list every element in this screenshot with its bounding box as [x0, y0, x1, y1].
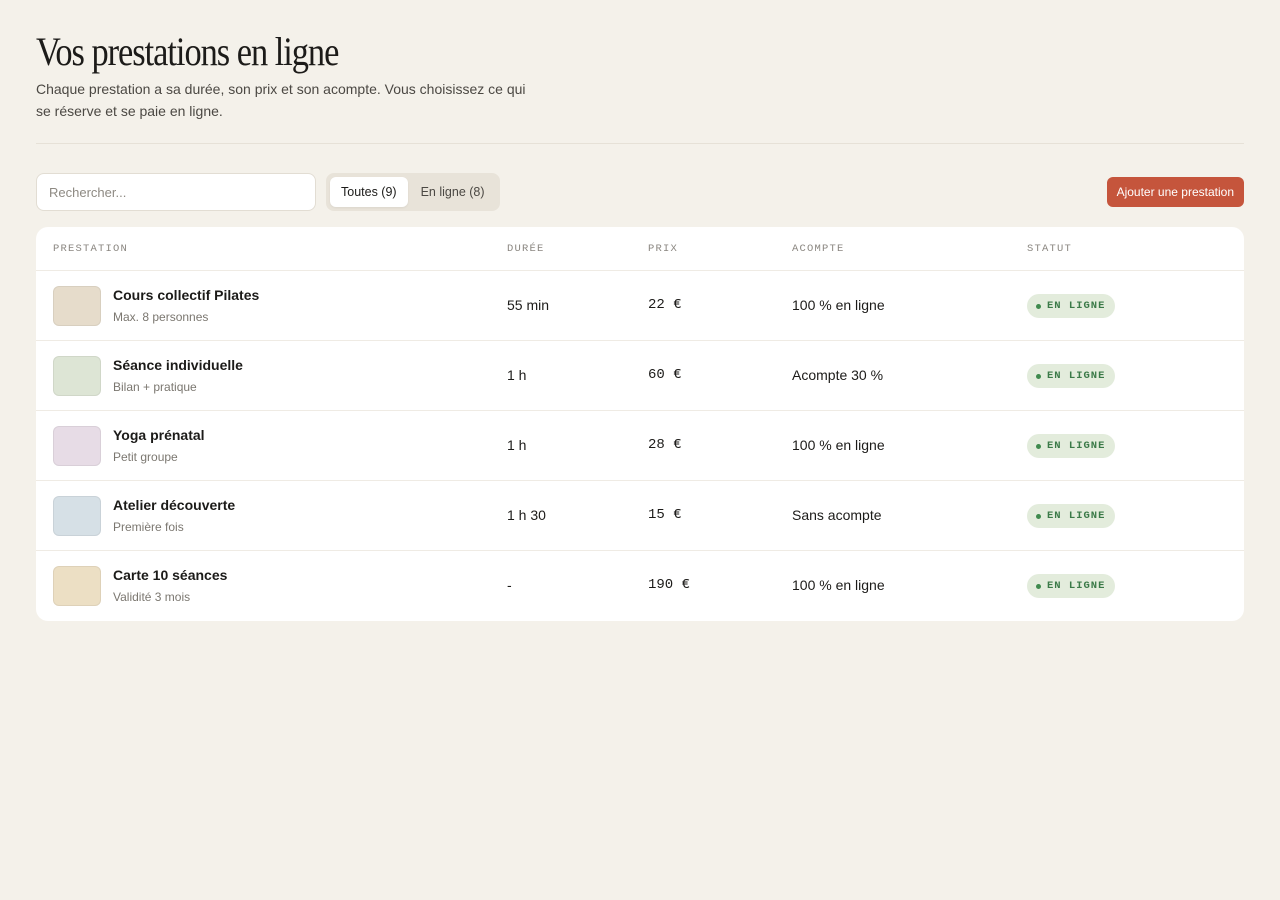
service-subtitle: Validité 3 mois — [113, 590, 191, 604]
column-header-price[interactable]: PRIX — [648, 243, 678, 255]
status-badge: EN LIGNE — [1027, 574, 1116, 598]
column-header-deposit[interactable]: ACOMPTE — [792, 243, 845, 255]
service-price: 60 € — [648, 367, 682, 383]
service-price: 190 € — [648, 577, 691, 593]
status-dot-icon — [1036, 583, 1041, 589]
service-thumbnail — [53, 356, 101, 396]
service-thumbnail — [53, 566, 101, 606]
add-service-button[interactable]: Ajouter une prestation — [1106, 177, 1244, 207]
service-duration: 1 h — [507, 437, 527, 453]
status-label: EN LIGNE — [1047, 580, 1106, 592]
service-name[interactable]: Séance individuelle — [113, 357, 243, 373]
status-label: EN LIGNE — [1047, 440, 1106, 452]
service-subtitle: Première fois — [113, 520, 184, 534]
service-duration: 1 h 30 — [507, 507, 546, 523]
status-dot-icon — [1036, 513, 1041, 519]
service-name[interactable]: Yoga prénatal — [113, 427, 205, 443]
service-duration: 55 min — [507, 297, 550, 313]
service-deposit: 100 % en ligne — [792, 437, 885, 453]
status-dot-icon — [1036, 303, 1041, 309]
service-name[interactable]: Carte 10 séances — [113, 567, 227, 583]
tab-all[interactable]: Toutes (9) — [330, 177, 408, 207]
service-subtitle: Petit groupe — [113, 450, 178, 464]
table-row[interactable]: Yoga prénatal Petit groupe 1 h 28 € 100 % en… — [36, 411, 1244, 481]
header-divider — [36, 143, 1244, 144]
service-subtitle: Max. 8 personnes — [113, 310, 209, 324]
service-price: 22 € — [648, 297, 682, 313]
status-badge: EN LIGNE — [1027, 504, 1116, 528]
service-duration: - — [507, 577, 512, 593]
status-dot-icon — [1036, 373, 1041, 379]
status-badge: EN LIGNE — [1027, 434, 1116, 458]
service-name[interactable]: Cours collectif Pilates — [113, 287, 259, 303]
page-subtitle: Chaque prestation a sa durée, son prix e… — [36, 81, 526, 119]
table-row[interactable]: Atelier découverte Première fois 1 h 30 15 … — [36, 481, 1244, 551]
status-label: EN LIGNE — [1047, 510, 1106, 522]
status-dot-icon — [1036, 443, 1041, 449]
page: Vos prestations en ligne Chaque prestati… — [0, 0, 1280, 900]
service-deposit: 100 % en ligne — [792, 577, 885, 593]
service-thumbnail — [53, 426, 101, 466]
status-label: EN LIGNE — [1047, 300, 1106, 312]
service-deposit: 100 % en ligne — [792, 297, 885, 313]
table-row[interactable]: Cours collectif Pilates Max. 8 personnes 5… — [36, 271, 1244, 341]
service-thumbnail — [53, 496, 101, 536]
page-title: Vos prestations en ligne — [36, 29, 339, 74]
service-deposit: Sans acompte — [792, 507, 882, 523]
service-duration: 1 h — [507, 367, 527, 383]
status-badge: EN LIGNE — [1027, 364, 1116, 388]
service-thumbnail — [53, 286, 101, 326]
service-deposit: Acompte 30 % — [792, 367, 884, 383]
column-header-duration[interactable]: DURÉE — [507, 243, 545, 255]
service-subtitle: Bilan + pratique — [113, 380, 197, 394]
tab-online[interactable]: En ligne (8) — [410, 177, 496, 207]
column-header-status[interactable]: STATUT — [1027, 243, 1072, 255]
filter-tabs: Toutes (9) En ligne (8) — [326, 173, 500, 211]
status-badge: EN LIGNE — [1027, 294, 1116, 318]
services-table: PRESTATION DURÉE PRIX ACOMPTE STATUT Cou… — [36, 227, 1244, 621]
status-label: EN LIGNE — [1047, 370, 1106, 382]
table-row[interactable]: Carte 10 séances Validité 3 mois - 190 € 100… — [36, 551, 1244, 621]
table-row[interactable]: Séance individuelle Bilan + pratique 1 h 60… — [36, 341, 1244, 411]
search-input[interactable] — [36, 173, 316, 211]
service-price: 15 € — [648, 507, 682, 523]
table-header: PRESTATION DURÉE PRIX ACOMPTE STATUT — [36, 227, 1244, 271]
service-name[interactable]: Atelier découverte — [113, 497, 235, 513]
table-body: Cours collectif Pilates Max. 8 personnes 5… — [36, 271, 1244, 621]
column-header-service[interactable]: PRESTATION — [53, 243, 128, 255]
service-price: 28 € — [648, 437, 682, 453]
